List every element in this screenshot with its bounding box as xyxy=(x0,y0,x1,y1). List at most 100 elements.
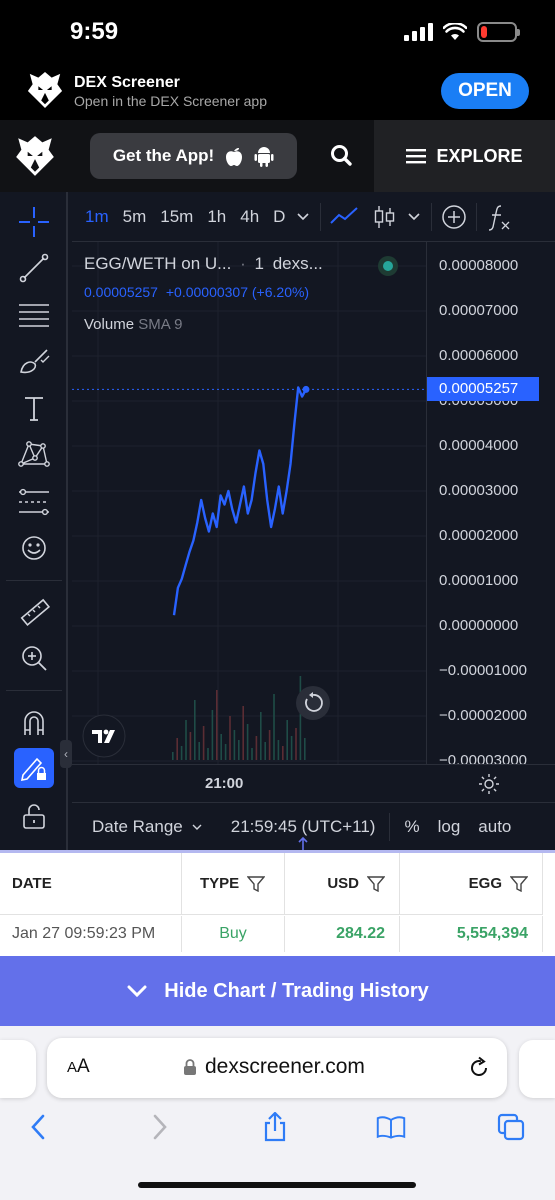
android-icon xyxy=(254,147,274,167)
ruler-icon xyxy=(20,598,50,626)
volume-bar xyxy=(246,724,249,760)
reset-chart-button[interactable] xyxy=(296,686,330,720)
price-axis[interactable]: −0.00003000 −0.00002000 −0.00001000 0.00000… xyxy=(426,242,555,769)
open-app-button[interactable]: OPEN xyxy=(441,73,529,109)
column-header-egg[interactable]: EGG xyxy=(400,853,543,915)
candles-icon[interactable] xyxy=(371,204,397,230)
back-icon[interactable] xyxy=(24,1112,54,1142)
browser-toolbar: AA dexscreener.com xyxy=(0,1026,555,1200)
timeframe-chevron-down-icon[interactable] xyxy=(294,210,312,224)
volume-legend: Volume SMA 9 xyxy=(84,316,182,333)
volume-bar xyxy=(194,700,196,760)
current-price-label: 0.00005257 xyxy=(427,377,539,402)
lock-drawings-tool[interactable] xyxy=(14,748,54,788)
unlock-icon xyxy=(23,804,45,829)
tradingview-logo-icon[interactable] xyxy=(82,714,126,758)
legend-pair: EGG/WETH on U... xyxy=(84,254,232,273)
reader-aa-button[interactable]: AA xyxy=(67,1056,90,1078)
chart-settings-gear-icon[interactable] xyxy=(478,773,500,795)
search-icon[interactable] xyxy=(328,142,356,170)
price-tick-label: 0.00007000 xyxy=(439,302,519,319)
time-tick-label: 21:00 xyxy=(205,775,244,792)
auto-toggle[interactable]: auto xyxy=(478,817,511,837)
time-axis[interactable]: 21:00 xyxy=(72,764,555,802)
legend-change: +0.00000307 (+6.20%) xyxy=(165,284,310,300)
timeframe-d[interactable]: D xyxy=(266,207,292,227)
legend-interval: 1 xyxy=(254,254,264,273)
line-chart-type-icon[interactable] xyxy=(329,205,359,229)
previous-tab-preview[interactable] xyxy=(0,1040,36,1098)
get-the-app-button[interactable]: Get the App! xyxy=(90,133,297,179)
magnet-tool[interactable] xyxy=(14,702,54,742)
fib-tool[interactable] xyxy=(14,296,54,336)
volume-bar xyxy=(189,732,192,760)
trend-line-tool[interactable] xyxy=(14,248,54,288)
forward-icon[interactable] xyxy=(144,1112,174,1142)
timeframe-1h[interactable]: 1h xyxy=(200,207,233,227)
chart-type-chevron-down-icon[interactable] xyxy=(405,210,423,224)
text-tool[interactable] xyxy=(14,388,54,428)
toolbar-separator xyxy=(320,202,322,231)
share-icon[interactable] xyxy=(260,1112,290,1142)
next-tab-preview[interactable] xyxy=(519,1040,555,1098)
price-plot[interactable]: EGG/WETH on U... · 1 dexs... 0.00005257 … xyxy=(72,242,426,764)
volume-bar xyxy=(260,712,262,760)
price-tick-label: 0.00002000 xyxy=(439,527,519,544)
filter-icon[interactable] xyxy=(367,875,385,892)
smiley-icon xyxy=(22,536,46,560)
indicators-fx-icon[interactable] xyxy=(485,203,513,231)
filter-icon[interactable] xyxy=(510,875,528,892)
clock-timezone[interactable]: 21:59:45 (UTC+11) xyxy=(231,817,376,837)
chart-widget: ‹ 1m 5m 15m 1h 4h D EGG/WETH on U... · 1… xyxy=(0,192,555,850)
banner-title: DEX Screener xyxy=(74,74,180,91)
bookmarks-icon[interactable] xyxy=(376,1112,406,1142)
unlock-tool[interactable] xyxy=(14,796,54,836)
icon-tool[interactable] xyxy=(14,528,54,568)
volume-bar xyxy=(172,752,174,760)
fibonacci-lines-icon xyxy=(19,304,49,327)
date-range-button[interactable]: Date Range xyxy=(92,817,203,837)
trend-line-icon xyxy=(19,253,49,283)
crosshair-tool[interactable] xyxy=(14,202,54,242)
column-header-usd[interactable]: USD xyxy=(285,853,400,915)
hide-chart-button[interactable]: Hide Chart / Trading History xyxy=(0,956,555,1026)
toolbar-separator xyxy=(431,202,433,231)
explore-menu-button[interactable]: EXPLORE xyxy=(374,120,555,192)
price-tick-label: 0.00000000 xyxy=(439,617,519,634)
volume-bar xyxy=(176,738,178,760)
chevron-down-icon xyxy=(127,985,147,998)
legend-separator: · xyxy=(240,254,246,273)
forecast-tool[interactable] xyxy=(14,482,54,522)
dex-screener-home-logo-icon[interactable] xyxy=(14,134,56,178)
timeframe-4h[interactable]: 4h xyxy=(233,207,266,227)
percent-toggle[interactable]: % xyxy=(404,817,419,837)
price-tick-label: −0.00002000 xyxy=(439,707,528,724)
explore-label: EXPLORE xyxy=(436,145,523,166)
volume-bar xyxy=(180,746,183,760)
volume-bar xyxy=(255,736,258,760)
apple-icon xyxy=(226,148,243,166)
magnet-icon xyxy=(24,711,44,735)
volume-bar xyxy=(185,720,187,760)
toolbar-divider xyxy=(6,580,62,581)
timeframe-15m[interactable]: 15m xyxy=(153,207,200,227)
timeframe-1m[interactable]: 1m xyxy=(78,207,116,227)
measure-tool[interactable] xyxy=(14,592,54,632)
tabs-icon[interactable] xyxy=(496,1112,526,1142)
url-field[interactable]: dexscreener.com xyxy=(183,1055,365,1079)
column-header-type[interactable]: TYPE xyxy=(182,853,285,915)
brush-tool[interactable] xyxy=(14,342,54,382)
address-bar[interactable]: AA dexscreener.com xyxy=(47,1038,507,1098)
timeframe-5m[interactable]: 5m xyxy=(116,207,154,227)
column-header-date[interactable]: DATE xyxy=(0,853,182,915)
toolbar-collapse-handle[interactable]: ‹ xyxy=(60,740,72,768)
compare-add-icon[interactable] xyxy=(440,203,468,231)
row-date: Jan 27 09:59:23 PM xyxy=(0,916,182,952)
zoom-tool[interactable] xyxy=(14,638,54,678)
reload-icon[interactable] xyxy=(467,1056,491,1080)
filter-icon[interactable] xyxy=(247,875,266,892)
pattern-tool[interactable] xyxy=(14,434,54,474)
volume-bar xyxy=(242,706,244,760)
log-toggle[interactable]: log xyxy=(438,817,461,837)
volume-bar xyxy=(273,694,275,760)
